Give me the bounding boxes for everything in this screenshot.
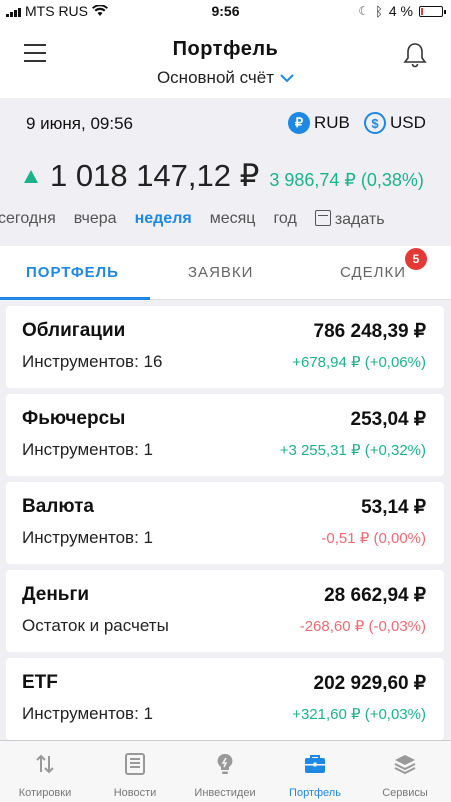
layers-icon (394, 755, 416, 775)
tabbar-ideas[interactable]: Инвестидеи (180, 741, 270, 802)
period-today[interactable]: сегодня (0, 210, 56, 229)
portfolio-total: 1 018 147,12 ₽ (50, 158, 260, 193)
asset-delta: +321,60 ₽ (+0,03%) (292, 706, 426, 723)
ruble-icon: ₽ (288, 112, 310, 134)
currency-rub-label: RUB (314, 113, 350, 132)
status-bar-right: ☾ ᛒ 4 % (358, 3, 446, 19)
currency-usd-button[interactable]: $ USD (364, 112, 426, 134)
active-tab-indicator (0, 297, 150, 300)
tabbar-news[interactable]: Новости (90, 741, 180, 802)
tab-portfolio[interactable]: ПОРТФЕЛЬ (26, 264, 119, 281)
briefcase-icon (305, 755, 325, 773)
battery-icon (419, 5, 446, 17)
currency-rub-button[interactable]: ₽ RUB (288, 112, 350, 134)
tabbar-portfolio[interactable]: Портфель (270, 741, 360, 802)
account-label: Основной счёт (156, 68, 275, 87)
moon-icon: ☾ (358, 4, 370, 18)
period-custom[interactable]: задать (314, 210, 385, 229)
period-year[interactable]: год (273, 210, 296, 229)
page-title: Портфель (172, 38, 279, 60)
asset-name: Фьючерсы (22, 408, 126, 429)
tabbar-news-label: Новости (113, 787, 157, 799)
asset-sub: Инструментов: 1 (22, 528, 153, 547)
dollar-icon: $ (364, 112, 386, 134)
asset-value: 786 248,39 ₽ (313, 321, 426, 342)
lightbulb-icon (217, 753, 233, 774)
period-custom-label: задать (334, 211, 385, 228)
asset-card-futures[interactable]: Фьючерсы Инструментов: 1 253,04 ₽ +3 255… (6, 394, 444, 476)
trend-up-icon (24, 170, 38, 183)
status-bar: MTS RUS 9:56 ☾ ᛒ 4 % (0, 0, 451, 22)
portfolio-tabs: ПОРТФЕЛЬ ЗАЯВКИ СДЕЛКИ 5 (0, 246, 451, 300)
portfolio-summary: 9 июня, 09:56 ₽ RUB $ USD 1 018 147,12 ₽… (0, 98, 451, 246)
deals-count-badge: 5 (405, 248, 427, 270)
tabbar-ideas-label: Инвестидеи (194, 787, 256, 799)
period-week[interactable]: неделя (135, 210, 192, 229)
asset-delta: -268,60 ₽ (-0,03%) (299, 618, 426, 635)
quotes-icon (36, 754, 54, 774)
calendar-icon (314, 210, 331, 226)
bottom-tab-bar: Котировки Новости Инвестидеи Портфель Се… (0, 740, 451, 802)
tabbar-quotes-label: Котировки (18, 787, 72, 799)
asset-sub: Инструментов: 1 (22, 440, 153, 459)
period-yesterday[interactable]: вчера (74, 210, 117, 229)
nav-bar: Портфель Основной счёт (0, 22, 451, 98)
asset-card-bonds[interactable]: Облигации Инструментов: 16 786 248,39 ₽ … (6, 306, 444, 388)
currency-usd-label: USD (390, 113, 426, 132)
portfolio-delta: 3 986,74 ₽ (0,38%) (269, 170, 424, 190)
tabbar-quotes[interactable]: Котировки (0, 741, 90, 802)
total-row: 1 018 147,12 ₽ 3 986,74 ₽ (0,38%) (24, 158, 424, 194)
news-icon (125, 753, 145, 775)
chevron-down-icon (280, 74, 294, 83)
tab-deals[interactable]: СДЕЛКИ (340, 264, 406, 281)
battery-label: 4 % (388, 3, 413, 19)
asset-delta: -0,51 ₽ (0,00%) (321, 530, 426, 547)
tabbar-services-label: Сервисы (382, 787, 428, 799)
asset-card-money[interactable]: Деньги Остаток и расчеты 28 662,94 ₽ -26… (6, 570, 444, 652)
asset-delta: +3 255,31 ₽ (+0,32%) (279, 442, 426, 459)
asset-delta: +678,94 ₽ (+0,06%) (292, 354, 426, 371)
asset-sub: Инструментов: 16 (22, 352, 163, 371)
asset-name: ETF (22, 672, 58, 693)
asset-name: Валюта (22, 496, 94, 517)
asset-value: 53,14 ₽ (361, 497, 426, 518)
asset-value: 28 662,94 ₽ (324, 585, 426, 606)
asset-card-etf[interactable]: ETF Инструментов: 1 202 929,60 ₽ +321,60… (6, 658, 444, 740)
bluetooth-icon: ᛒ (375, 3, 383, 19)
period-month[interactable]: месяц (210, 210, 256, 229)
asset-value: 253,04 ₽ (350, 409, 426, 430)
asset-name: Деньги (22, 584, 90, 605)
tabbar-services[interactable]: Сервисы (360, 741, 450, 802)
asset-sub: Остаток и расчеты (22, 616, 169, 635)
bell-icon[interactable] (403, 42, 427, 68)
account-selector[interactable]: Основной счёт (0, 68, 451, 88)
asset-value: 202 929,60 ₽ (313, 673, 426, 694)
summary-date: 9 июня, 09:56 (26, 114, 134, 133)
asset-name: Облигации (22, 320, 126, 341)
tabbar-portfolio-label: Портфель (289, 787, 341, 799)
period-selector: сегодня вчера неделя месяц год задать (0, 210, 385, 229)
asset-sub: Инструментов: 1 (22, 704, 153, 723)
tab-orders[interactable]: ЗАЯВКИ (188, 264, 253, 281)
asset-card-currency[interactable]: Валюта Инструментов: 1 53,14 ₽ -0,51 ₽ (… (6, 482, 444, 564)
